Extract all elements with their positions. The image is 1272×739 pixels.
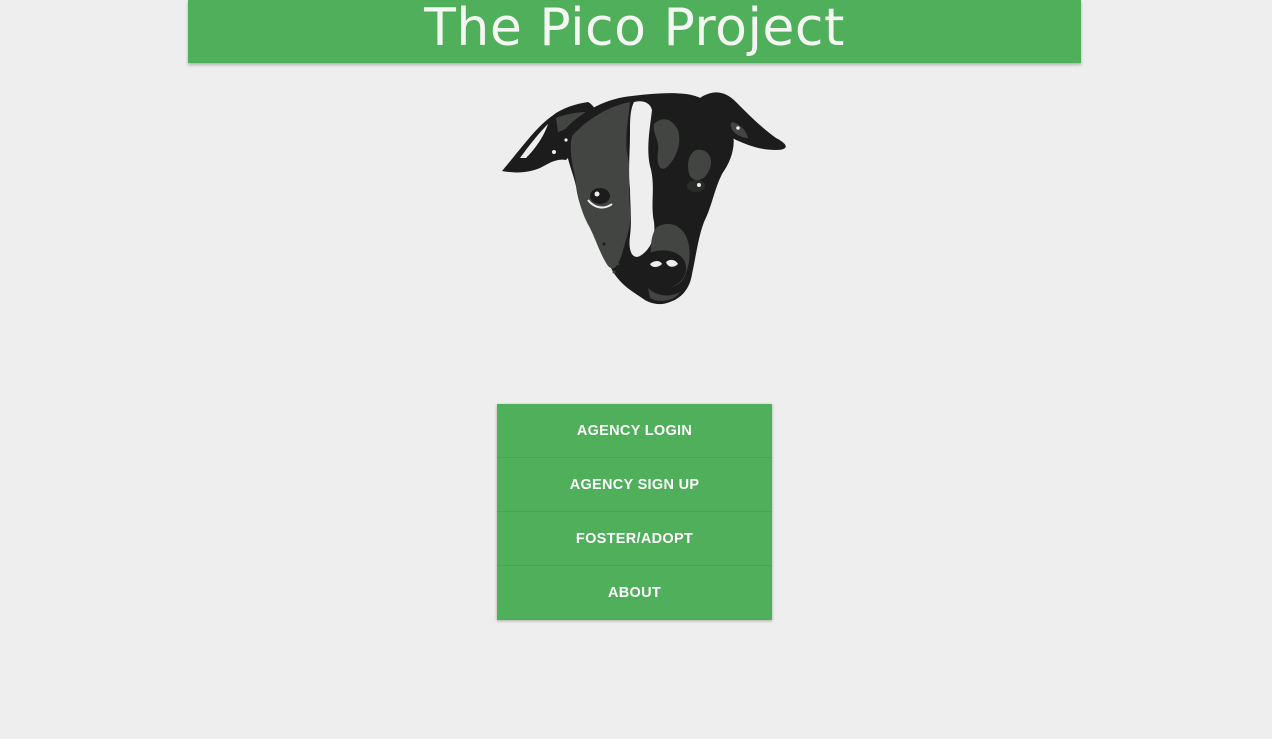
- agency-login-button[interactable]: AGENCY LOGIN: [497, 404, 772, 458]
- foster-adopt-button[interactable]: FOSTER/ADOPT: [497, 512, 772, 566]
- agency-sign-up-button[interactable]: AGENCY SIGN UP: [497, 458, 772, 512]
- main-menu: AGENCY LOGIN AGENCY SIGN UP FOSTER/ADOPT…: [497, 404, 772, 620]
- about-button[interactable]: ABOUT: [497, 566, 772, 620]
- site-title: The Pico Project: [424, 0, 845, 58]
- site-header: The Pico Project: [188, 0, 1081, 63]
- dog-head-logo-icon: [500, 88, 790, 310]
